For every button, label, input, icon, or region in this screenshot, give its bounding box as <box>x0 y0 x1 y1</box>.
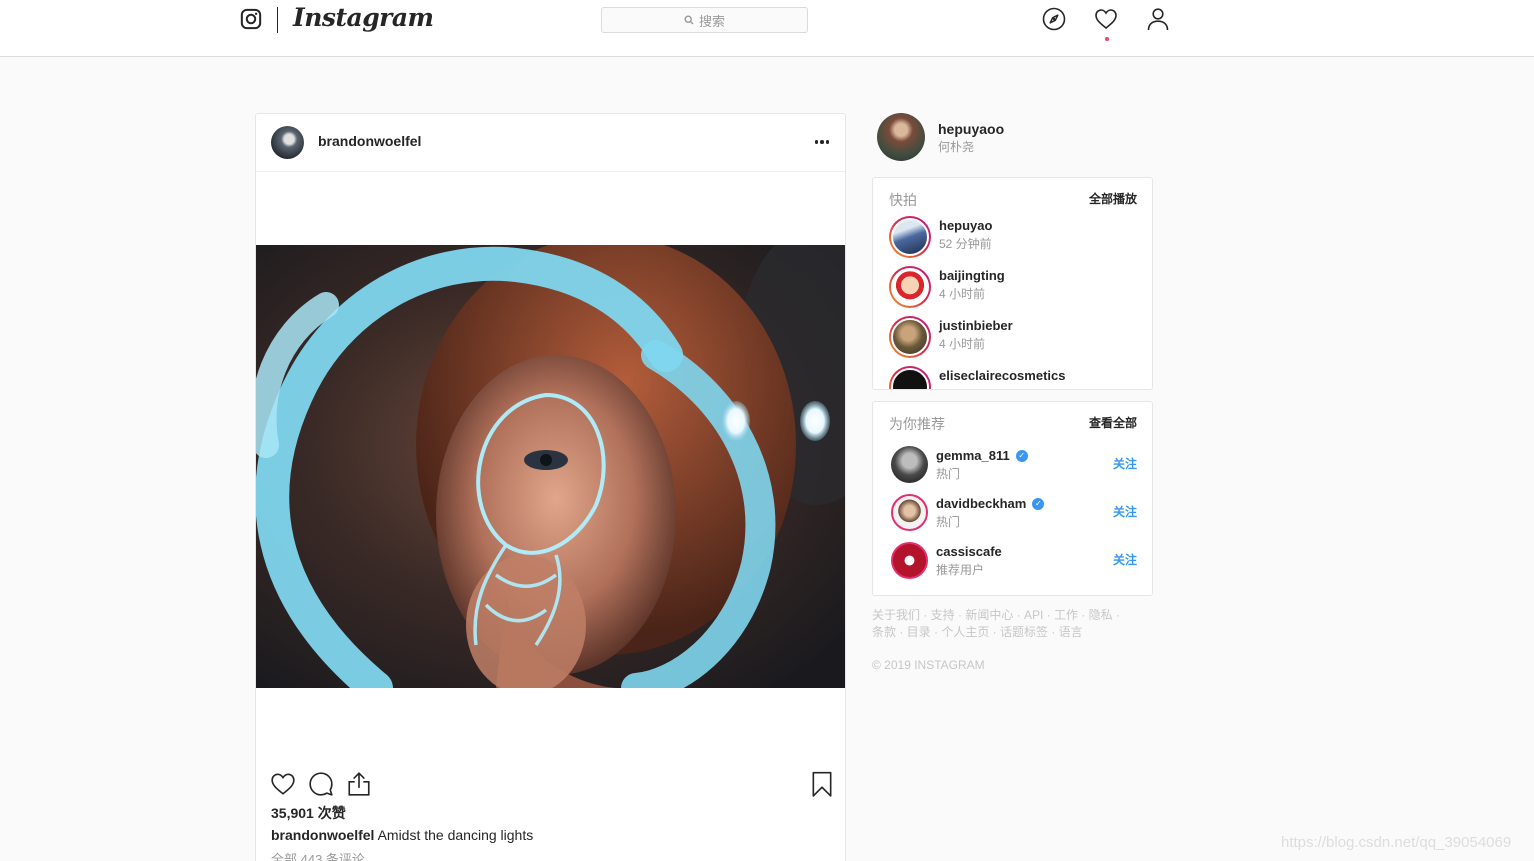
story-time: 52 分钟前 <box>939 237 992 251</box>
post-photo[interactable] <box>256 245 845 688</box>
stories-title: 快拍 <box>889 192 917 208</box>
story-avatar <box>891 218 929 256</box>
suggestion-username: gemma_811 <box>936 448 1010 463</box>
suggestion-reason: 热门 <box>936 515 961 529</box>
search-input[interactable]: 搜索 <box>601 7 808 33</box>
search-placeholder: 搜索 <box>698 13 725 29</box>
story-ring <box>889 266 931 308</box>
caption-text: Amidst the dancing lights <box>374 827 534 843</box>
story-time: 4 小时前 <box>939 287 986 301</box>
story-item[interactable]: eliseclairecosmetics <box>873 366 1152 389</box>
current-user-username[interactable]: hepuyaoo <box>938 121 1004 137</box>
follow-button[interactable]: 关注 <box>1113 551 1137 568</box>
suggestions-title: 为你推荐 <box>889 416 945 432</box>
feed-post: brandonwoelfel 35,901 次赞 brandonwoelfel … <box>255 113 846 861</box>
suggestions-panel: 为你推荐 查看全部 gemma_811 ✓ 热门 关注 davidbeckham ✓… <box>872 401 1153 596</box>
caption-username[interactable]: brandonwoelfel <box>271 827 374 843</box>
suggestion-username: davidbeckham <box>936 496 1027 511</box>
copyright: © 2019 INSTAGRAM <box>872 658 985 672</box>
suggestion-avatar[interactable] <box>891 446 928 483</box>
compass-icon[interactable] <box>1042 7 1066 31</box>
more-options-icon[interactable] <box>812 132 832 152</box>
footer-links: 关于我们 · 支持 · 新闻中心 · API · 工作 · 隐私 · 条款 · … <box>872 607 1132 641</box>
suggestion-reason: 推荐用户 <box>936 563 985 577</box>
story-item[interactable]: baijingting 4 小时前 <box>873 266 1152 316</box>
suggestion-username-row[interactable]: davidbeckham ✓ <box>936 496 1045 511</box>
verified-badge-icon: ✓ <box>1015 449 1028 462</box>
suggestion-avatar[interactable] <box>891 494 928 531</box>
story-item[interactable]: justinbieber 4 小时前 <box>873 316 1152 366</box>
current-user-fullname: 何朴尧 <box>938 140 975 154</box>
like-count[interactable]: 35,901 次赞 <box>271 803 346 823</box>
footer-links-line2[interactable]: 条款 · 目录 · 个人主页 · 话题标签 · 语言 <box>872 624 1132 641</box>
instagram-wordmark[interactable]: Instagram <box>293 3 434 32</box>
suggestion-username: cassiscafe <box>936 544 1002 559</box>
top-header: Instagram 搜索 <box>0 0 1534 57</box>
post-author-username[interactable]: brandonwoelfel <box>318 133 421 149</box>
story-avatar <box>891 368 929 389</box>
post-header: brandonwoelfel <box>256 114 845 172</box>
story-item[interactable]: hepuyao 52 分钟前 <box>873 216 1152 266</box>
search-icon <box>684 15 694 25</box>
story-ring <box>889 366 931 389</box>
like-heart-icon[interactable] <box>270 771 296 797</box>
watch-all-button[interactable]: 全部播放 <box>1089 190 1137 207</box>
neon-portrait-image <box>256 245 845 688</box>
current-user-avatar[interactable] <box>877 113 925 161</box>
bookmark-icon[interactable] <box>809 771 835 797</box>
story-avatar <box>891 268 929 306</box>
story-username: justinbieber <box>939 318 1013 333</box>
suggestion-avatar[interactable] <box>891 542 928 579</box>
post-caption: brandonwoelfel Amidst the dancing lights <box>271 827 533 843</box>
suggestion-item: davidbeckham ✓ 热门 关注 <box>873 494 1152 540</box>
suggestion-username-row[interactable]: cassiscafe <box>936 544 1002 559</box>
share-icon[interactable] <box>346 771 372 797</box>
follow-button[interactable]: 关注 <box>1113 455 1137 472</box>
story-username: hepuyao <box>939 218 993 233</box>
story-username: eliseclairecosmetics <box>939 368 1066 383</box>
suggestion-username-row[interactable]: gemma_811 ✓ <box>936 448 1028 463</box>
stories-panel: 快拍 全部播放 hepuyao 52 分钟前 baijingting 4 小时前… <box>872 177 1153 390</box>
heart-icon[interactable] <box>1094 7 1118 31</box>
watermark-text: https://blog.csdn.net/qq_39054069 <box>1281 834 1512 851</box>
profile-icon[interactable] <box>1146 7 1170 31</box>
camera-logo-icon[interactable] <box>240 8 262 30</box>
story-ring <box>889 316 931 358</box>
comment-icon[interactable] <box>308 771 334 797</box>
see-all-button[interactable]: 查看全部 <box>1089 414 1137 431</box>
logo-divider <box>277 7 278 33</box>
footer-links-line1[interactable]: 关于我们 · 支持 · 新闻中心 · API · 工作 · 隐私 · <box>872 607 1132 624</box>
follow-button[interactable]: 关注 <box>1113 503 1137 520</box>
story-time: 4 小时前 <box>939 337 986 351</box>
notification-dot <box>1105 37 1109 41</box>
verified-badge-icon: ✓ <box>1032 497 1045 510</box>
story-avatar <box>891 318 929 356</box>
story-username: baijingting <box>939 268 1005 283</box>
suggestion-item: gemma_811 ✓ 热门 关注 <box>873 446 1152 492</box>
view-all-comments-link[interactable]: 全部 443 条评论 <box>271 849 365 861</box>
suggestion-reason: 热门 <box>936 467 961 481</box>
story-ring <box>889 216 931 258</box>
suggestion-item: cassiscafe 推荐用户 关注 <box>873 542 1152 588</box>
post-author-avatar[interactable] <box>271 126 304 159</box>
